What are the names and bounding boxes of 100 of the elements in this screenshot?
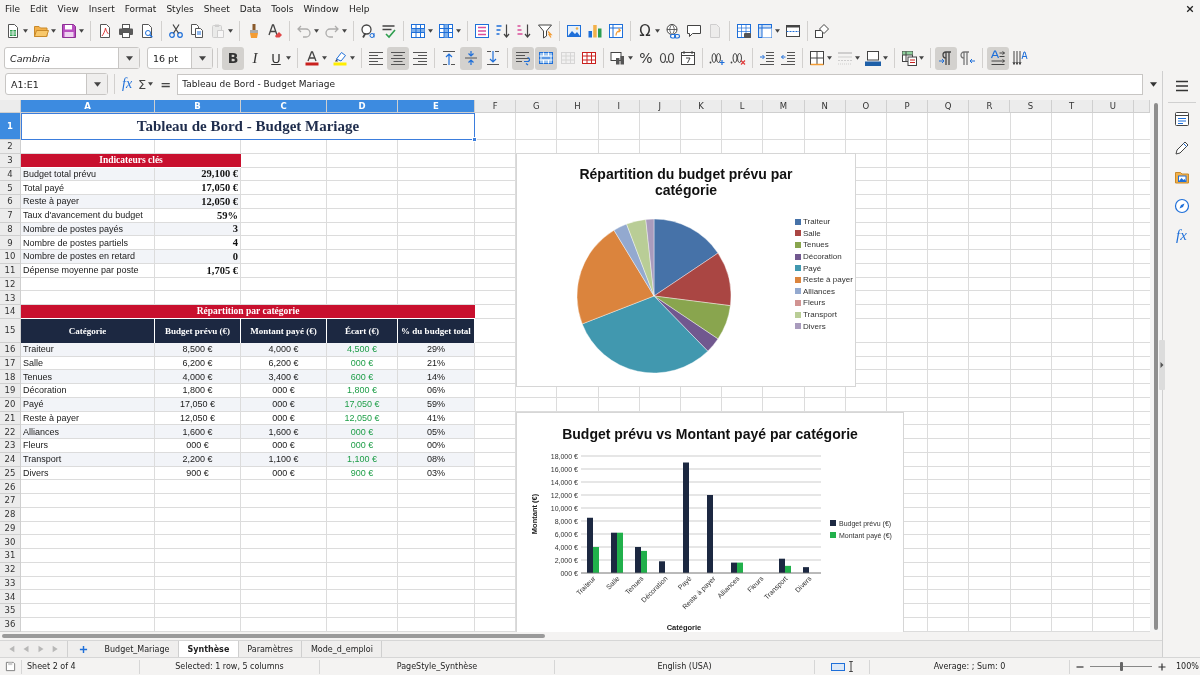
column-header[interactable]: R [969, 100, 1011, 113]
print-icon [118, 23, 134, 39]
italic-button[interactable]: I [245, 46, 265, 70]
menu-item[interactable]: Edit [25, 1, 53, 16]
column-header[interactable]: H [557, 100, 599, 113]
column-header[interactable]: P [886, 100, 929, 113]
menu-item[interactable]: Data [234, 1, 267, 16]
menu-item[interactable]: Tools [266, 1, 299, 16]
row-header[interactable]: 19 [0, 384, 21, 398]
legend-label: Salle [803, 228, 821, 238]
row-header[interactable]: 9 [0, 236, 21, 250]
font-name-field[interactable]: Cambria [4, 47, 140, 69]
column-header[interactable]: T [1051, 100, 1093, 113]
row-header[interactable]: 5 [0, 181, 21, 195]
row-header[interactable]: 22 [0, 425, 21, 439]
left-to-right-button[interactable] [935, 46, 957, 70]
sum-button[interactable]: Σ [136, 74, 156, 94]
table-columns-icon [438, 23, 454, 39]
collapse-handle-icon[interactable] [1159, 340, 1165, 390]
close-icon[interactable] [1186, 4, 1194, 13]
sheet-tab[interactable]: Mode_d_emploi [302, 641, 383, 657]
function-wizard-button[interactable]: fx [120, 74, 135, 94]
title-cell[interactable]: Tableau de Bord - Budget Mariage [21, 113, 475, 140]
column-header[interactable]: U [1092, 100, 1134, 113]
column-header[interactable]: C [241, 100, 327, 113]
legend-label: Traiteur [803, 217, 831, 227]
column-header[interactable]: K [680, 100, 723, 113]
menu-item[interactable]: File [0, 1, 26, 16]
legend-label: Divers [803, 321, 826, 331]
right-to-left-icon [960, 50, 976, 66]
row-header[interactable]: 23 [0, 439, 21, 453]
text-cursor-icon[interactable] [847, 661, 854, 672]
dropdown-button[interactable] [86, 74, 107, 94]
column-header[interactable]: F [475, 100, 517, 113]
bold-button[interactable]: B [222, 46, 244, 70]
align-center-button[interactable] [387, 46, 409, 70]
row-header[interactable]: 6 [0, 195, 21, 209]
column-header[interactable]: J [639, 100, 681, 113]
column-header[interactable]: M [763, 100, 805, 113]
caret-icon [883, 56, 888, 60]
menu-item[interactable]: Format [119, 1, 162, 16]
legend-label: Payé [803, 263, 822, 273]
column-header[interactable]: I [598, 100, 640, 113]
zoom-in-icon[interactable] [1158, 662, 1166, 671]
special-character-button[interactable]: Ω [635, 19, 662, 43]
row-header[interactable]: 27 [0, 494, 21, 508]
name-box[interactable]: A1:E1 [5, 73, 108, 95]
row-header[interactable]: 18 [0, 370, 21, 384]
add-sheet-icon[interactable] [79, 644, 88, 654]
horizontal-text-button[interactable] [987, 46, 1009, 70]
font-size-field[interactable]: 16 pt [147, 47, 213, 69]
scrollbar-thumb[interactable] [1154, 103, 1158, 630]
row-header[interactable]: 13 [0, 291, 21, 305]
column-header[interactable]: B [155, 100, 241, 113]
menu-item[interactable]: Window [298, 1, 344, 16]
align-middle-button[interactable] [460, 46, 482, 70]
wrap-text-button[interactable] [512, 46, 534, 70]
formula-input[interactable]: Tableau de Bord - Budget Mariage [177, 73, 1143, 95]
slider-thumb[interactable] [1119, 662, 1123, 671]
row-header[interactable]: 31 [0, 549, 21, 563]
row-header[interactable]: 30 [0, 535, 21, 549]
sheet-position: Sheet 2 of 4 [27, 662, 76, 671]
sheet-tab[interactable]: Paramètres [238, 641, 303, 657]
percent-cell: 14% [398, 370, 475, 384]
row-header[interactable]: 35 [0, 604, 21, 618]
dropdown-button[interactable] [191, 48, 212, 68]
menu-item[interactable]: Insert [83, 1, 120, 16]
formula-button[interactable]: = [158, 74, 174, 94]
column-header[interactable]: Q [928, 100, 970, 113]
column-header[interactable]: G [516, 100, 558, 113]
merge-center-button[interactable] [535, 46, 557, 70]
caret-icon [198, 55, 206, 61]
row-header[interactable]: 1 [0, 113, 21, 140]
underline-button[interactable]: U [266, 46, 293, 70]
menu-item[interactable]: Sheet [198, 1, 235, 16]
row-header[interactable]: 2 [0, 140, 21, 154]
sheet-tab[interactable]: Synthèse [179, 641, 239, 657]
menu-item[interactable]: Help [343, 1, 375, 16]
dropdown-button[interactable] [118, 48, 139, 68]
fill-handle[interactable] [472, 137, 477, 142]
row-header[interactable]: 26 [0, 480, 21, 494]
percent-format-button[interactable]: % [636, 46, 656, 70]
column-header[interactable]: E [398, 100, 475, 113]
column-header[interactable]: L [722, 100, 764, 113]
row-header[interactable]: 15 [0, 318, 21, 343]
properties-icon [1173, 111, 1190, 127]
menu-item[interactable]: View [52, 1, 84, 16]
scrollbar-thumb[interactable] [2, 634, 545, 638]
pie-chart[interactable]: Répartition du budget prévu par catégorie Traiteur Salle Tenues Décoration Payé Reste à payer Alliances Fleurs Transport Divers [516, 153, 856, 387]
selection-mode-icon[interactable] [830, 662, 845, 671]
menu-item[interactable]: Styles [161, 1, 199, 16]
column-header[interactable]: A [21, 100, 155, 113]
column-header[interactable]: S [1010, 100, 1052, 113]
column-header[interactable]: O [845, 100, 887, 113]
column-header[interactable]: D [327, 100, 398, 113]
row-header[interactable]: 34 [0, 590, 21, 604]
row-header[interactable]: 14 [0, 305, 21, 319]
column-header[interactable]: N [804, 100, 846, 113]
row-header[interactable]: 10 [0, 250, 21, 264]
functions-button[interactable]: fx [1168, 222, 1195, 248]
